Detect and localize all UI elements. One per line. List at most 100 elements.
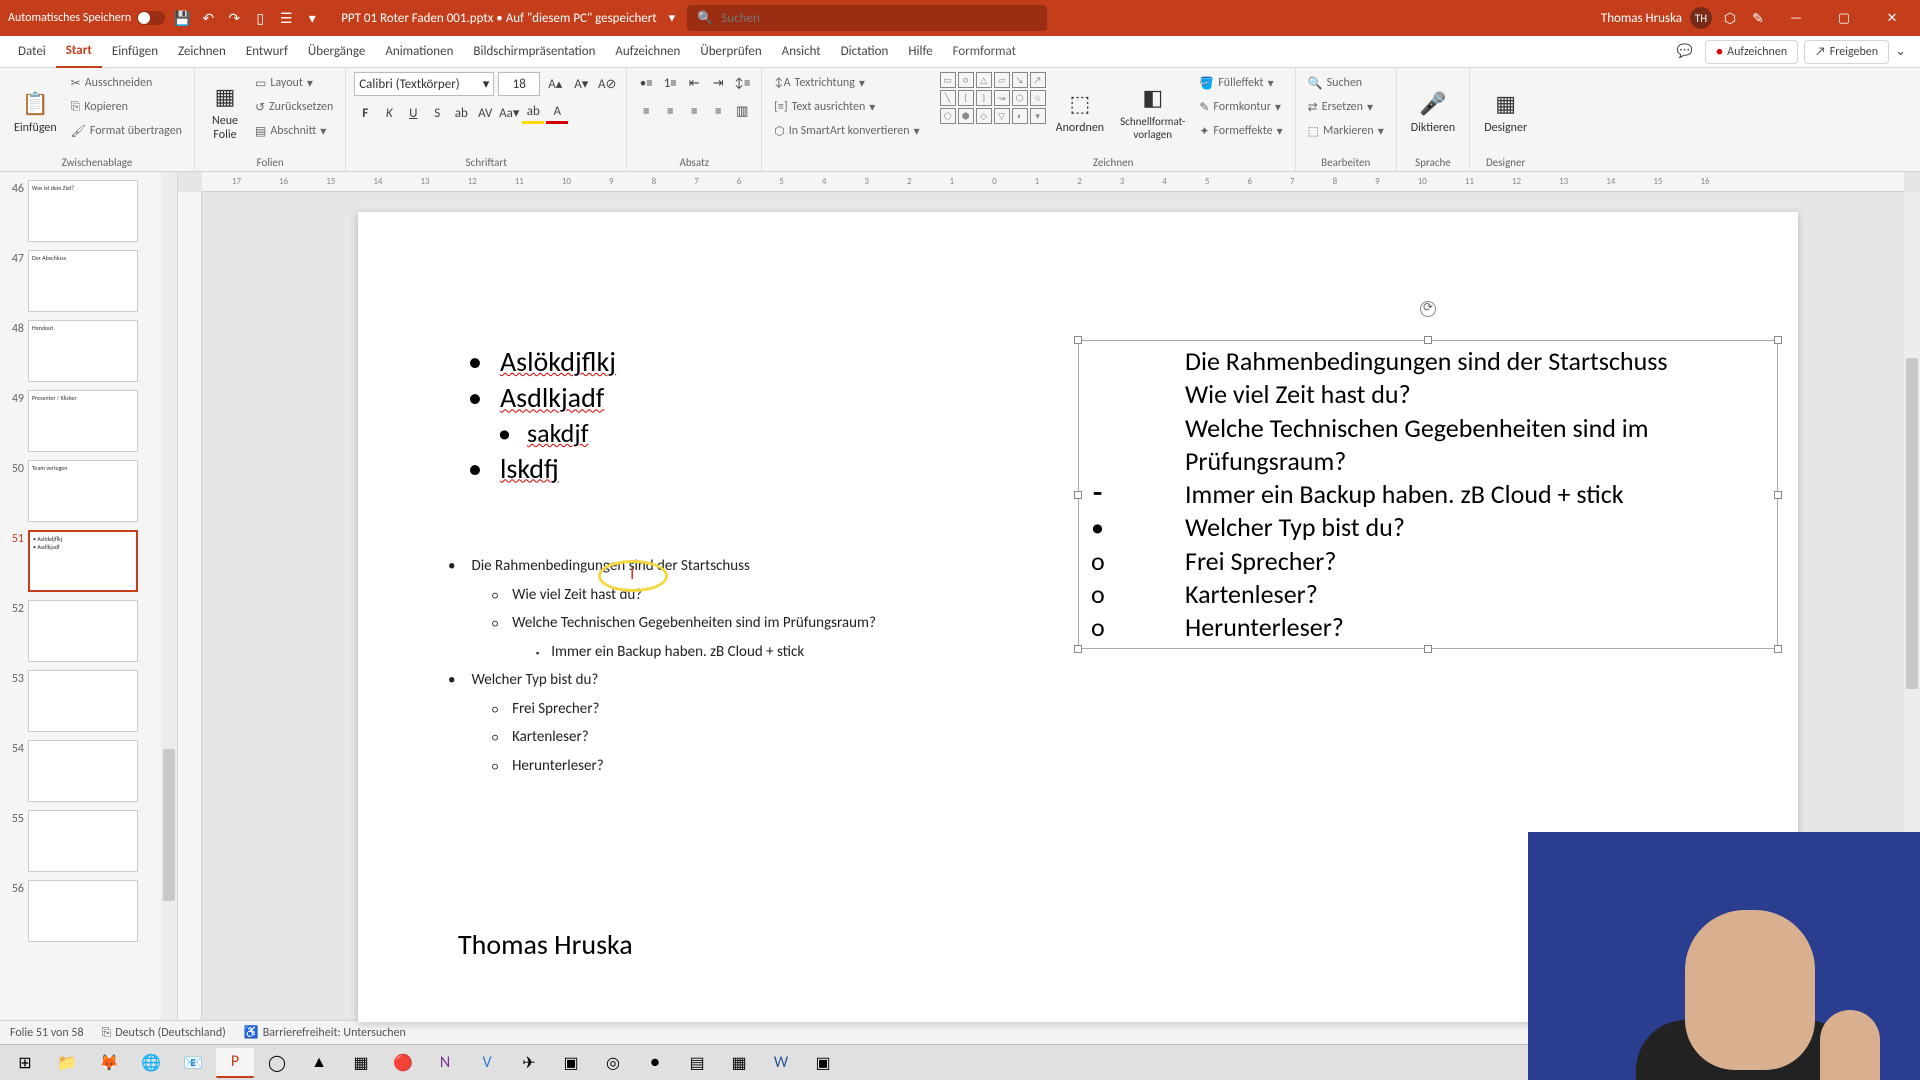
resize-handle[interactable] bbox=[1774, 645, 1782, 653]
char-spacing-button[interactable]: AV bbox=[474, 102, 496, 124]
slide-thumbnail[interactable]: 53 bbox=[0, 666, 177, 736]
thumb-scrollbar[interactable] bbox=[161, 172, 177, 1020]
tab-uebergaenge[interactable]: Übergänge bbox=[298, 36, 375, 68]
resize-handle[interactable] bbox=[1774, 336, 1782, 344]
tab-entwurf[interactable]: Entwurf bbox=[236, 36, 298, 68]
bullet-item[interactable]: Aslökdjflkj bbox=[468, 344, 1028, 380]
task-telegram[interactable]: ✈ bbox=[510, 1048, 548, 1078]
bold-button[interactable]: F bbox=[354, 102, 376, 124]
italic-button[interactable]: K bbox=[378, 102, 400, 124]
rotate-handle[interactable] bbox=[1420, 301, 1436, 317]
smartart-button[interactable]: ⬡In SmartArt konvertieren▾ bbox=[770, 120, 923, 142]
cut-button[interactable]: ✂Ausschneiden bbox=[67, 72, 186, 94]
right-line[interactable]: oKartenleser? bbox=[1085, 578, 1771, 611]
slide-thumbnail[interactable]: 55 bbox=[0, 806, 177, 876]
user-avatar[interactable]: TH bbox=[1690, 7, 1712, 29]
slide-thumbnail[interactable]: 49Presenter / Klicker bbox=[0, 386, 177, 456]
title-dropdown-icon[interactable]: ▾ bbox=[669, 11, 676, 26]
numbering-button[interactable]: 1≡ bbox=[659, 72, 681, 94]
note-item[interactable]: Frei Sprecher? bbox=[492, 695, 1008, 724]
tab-zeichnen[interactable]: Zeichnen bbox=[168, 36, 236, 68]
resize-handle[interactable] bbox=[1424, 645, 1432, 653]
font-family-select[interactable]: Calibri (Textkörper)▾ bbox=[354, 72, 494, 96]
sync-icon[interactable]: ⬡ bbox=[1720, 8, 1740, 28]
shapes-gallery[interactable]: ▭○△▱↘↗ ╲{}↝⬡☆ ⬠⬢◇▽◐▾ bbox=[940, 72, 1046, 124]
qat-dropdown-icon[interactable]: ▾ bbox=[303, 9, 321, 27]
slide-thumbnail[interactable]: 54 bbox=[0, 736, 177, 806]
task-explorer[interactable]: 📁 bbox=[48, 1048, 86, 1078]
minimize-button[interactable]: — bbox=[1776, 0, 1816, 36]
note-item[interactable]: Welche Technischen Gegebenheiten sind im… bbox=[492, 609, 1008, 638]
toggle-switch[interactable] bbox=[137, 11, 165, 25]
right-line[interactable]: oFrei Sprecher? bbox=[1085, 545, 1771, 578]
bullet-item[interactable]: sakdjf bbox=[498, 417, 1028, 451]
slide-thumbnail-pane[interactable]: 46Was ist dein Ziel?47Der Abschluss48Han… bbox=[0, 172, 178, 1020]
user-name[interactable]: Thomas Hruska bbox=[1601, 11, 1682, 26]
decrease-indent-button[interactable]: ⇤ bbox=[683, 72, 705, 94]
clear-format-icon[interactable]: A⊘ bbox=[596, 73, 618, 95]
task-word[interactable]: W bbox=[762, 1048, 800, 1078]
strikethrough-button[interactable]: S bbox=[426, 102, 448, 124]
increase-font-icon[interactable]: A▴ bbox=[544, 73, 566, 95]
select-button[interactable]: ⬚Markieren▾ bbox=[1304, 120, 1388, 142]
dictate-button[interactable]: 🎤Diktieren bbox=[1405, 72, 1462, 150]
font-size-select[interactable]: 18 bbox=[498, 72, 540, 96]
textbox-right-selected[interactable]: Die Rahmenbedingungen sind der Startschu… bbox=[1078, 340, 1778, 649]
slide-counter[interactable]: Folie 51 von 58 bbox=[10, 1026, 84, 1040]
language-status[interactable]: ⎘Deutsch (Deutschland) bbox=[102, 1026, 226, 1040]
slide-thumbnail[interactable]: 47Der Abschluss bbox=[0, 246, 177, 316]
align-right-button[interactable]: ≡ bbox=[683, 100, 705, 122]
slide-thumbnail[interactable]: 46Was ist dein Ziel? bbox=[0, 176, 177, 246]
tab-datei[interactable]: Datei bbox=[8, 36, 56, 68]
slide-thumbnail[interactable]: 56 bbox=[0, 876, 177, 946]
right-line[interactable]: Die Rahmenbedingungen sind der Startschu… bbox=[1085, 345, 1771, 378]
task-app10[interactable]: ▣ bbox=[804, 1048, 842, 1078]
layout-button[interactable]: ▭Layout▾ bbox=[251, 72, 337, 94]
quick-styles-button[interactable]: ◧Schnellformat- vorlagen bbox=[1114, 72, 1191, 150]
note-item[interactable]: Herunterleser? bbox=[492, 752, 1008, 781]
highlight-button[interactable]: ab bbox=[522, 102, 544, 124]
record-button[interactable]: ●Aufzeichnen bbox=[1705, 40, 1798, 64]
ruler-vertical[interactable] bbox=[178, 192, 202, 1020]
paste-button[interactable]: 📋Einfügen bbox=[8, 72, 63, 150]
author-name[interactable]: Thomas Hruska bbox=[458, 927, 633, 962]
replace-button[interactable]: ⇄Ersetzen▾ bbox=[1304, 96, 1388, 118]
accessibility-status[interactable]: ♿Barrierefreiheit: Untersuchen bbox=[244, 1025, 406, 1040]
line-spacing-button[interactable]: ↕≡ bbox=[731, 72, 753, 94]
note-item[interactable]: Die Rahmenbedingungen sind der Startschu… bbox=[448, 552, 1008, 581]
task-app9[interactable]: ▦ bbox=[720, 1048, 758, 1078]
maximize-button[interactable]: ▢ bbox=[1824, 0, 1864, 36]
increase-indent-button[interactable]: ⇥ bbox=[707, 72, 729, 94]
reset-button[interactable]: ↺Zurücksetzen bbox=[251, 96, 337, 118]
shape-effects-button[interactable]: ✦Formeffekte▾ bbox=[1195, 120, 1286, 142]
tab-einfuegen[interactable]: Einfügen bbox=[102, 36, 168, 68]
note-item[interactable]: Welcher Typ bist du? bbox=[448, 666, 1008, 695]
redo-icon[interactable]: ↷ bbox=[225, 9, 243, 27]
draw-icon[interactable]: ✎ bbox=[1748, 8, 1768, 28]
tab-ansicht[interactable]: Ansicht bbox=[772, 36, 831, 68]
designer-button[interactable]: ▦Designer bbox=[1478, 72, 1533, 150]
task-powerpoint[interactable]: P bbox=[216, 1048, 254, 1078]
slide-thumbnail[interactable]: 50Team verlegen bbox=[0, 456, 177, 526]
tab-hilfe[interactable]: Hilfe bbox=[898, 36, 942, 68]
task-app3[interactable]: 🔴 bbox=[384, 1048, 422, 1078]
search-input[interactable] bbox=[721, 11, 1037, 26]
tab-animationen[interactable]: Animationen bbox=[375, 36, 463, 68]
ribbon-collapse-icon[interactable]: ⌄ bbox=[1889, 44, 1912, 59]
align-left-button[interactable]: ≡ bbox=[635, 100, 657, 122]
resize-handle[interactable] bbox=[1074, 645, 1082, 653]
task-app8[interactable]: ▤ bbox=[678, 1048, 716, 1078]
share-button[interactable]: ↗Freigeben bbox=[1804, 40, 1889, 64]
task-app4[interactable]: V bbox=[468, 1048, 506, 1078]
decrease-font-icon[interactable]: A▾ bbox=[570, 73, 592, 95]
section-button[interactable]: ▤Abschnitt▾ bbox=[251, 120, 337, 142]
copy-button[interactable]: ⎘Kopieren bbox=[67, 96, 186, 118]
task-app1[interactable]: ◯ bbox=[258, 1048, 296, 1078]
ruler-horizontal[interactable]: 1716151413121110987654321012345678910111… bbox=[202, 172, 1904, 192]
textbox-notes[interactable]: Die Rahmenbedingungen sind der Startschu… bbox=[448, 552, 1008, 780]
resize-handle[interactable] bbox=[1074, 491, 1082, 499]
task-firefox[interactable]: 🦊 bbox=[90, 1048, 128, 1078]
start-button[interactable]: ⊞ bbox=[6, 1048, 44, 1078]
bullet-item[interactable]: lskdfj bbox=[468, 451, 1028, 487]
save-icon[interactable]: 💾 bbox=[173, 9, 191, 27]
